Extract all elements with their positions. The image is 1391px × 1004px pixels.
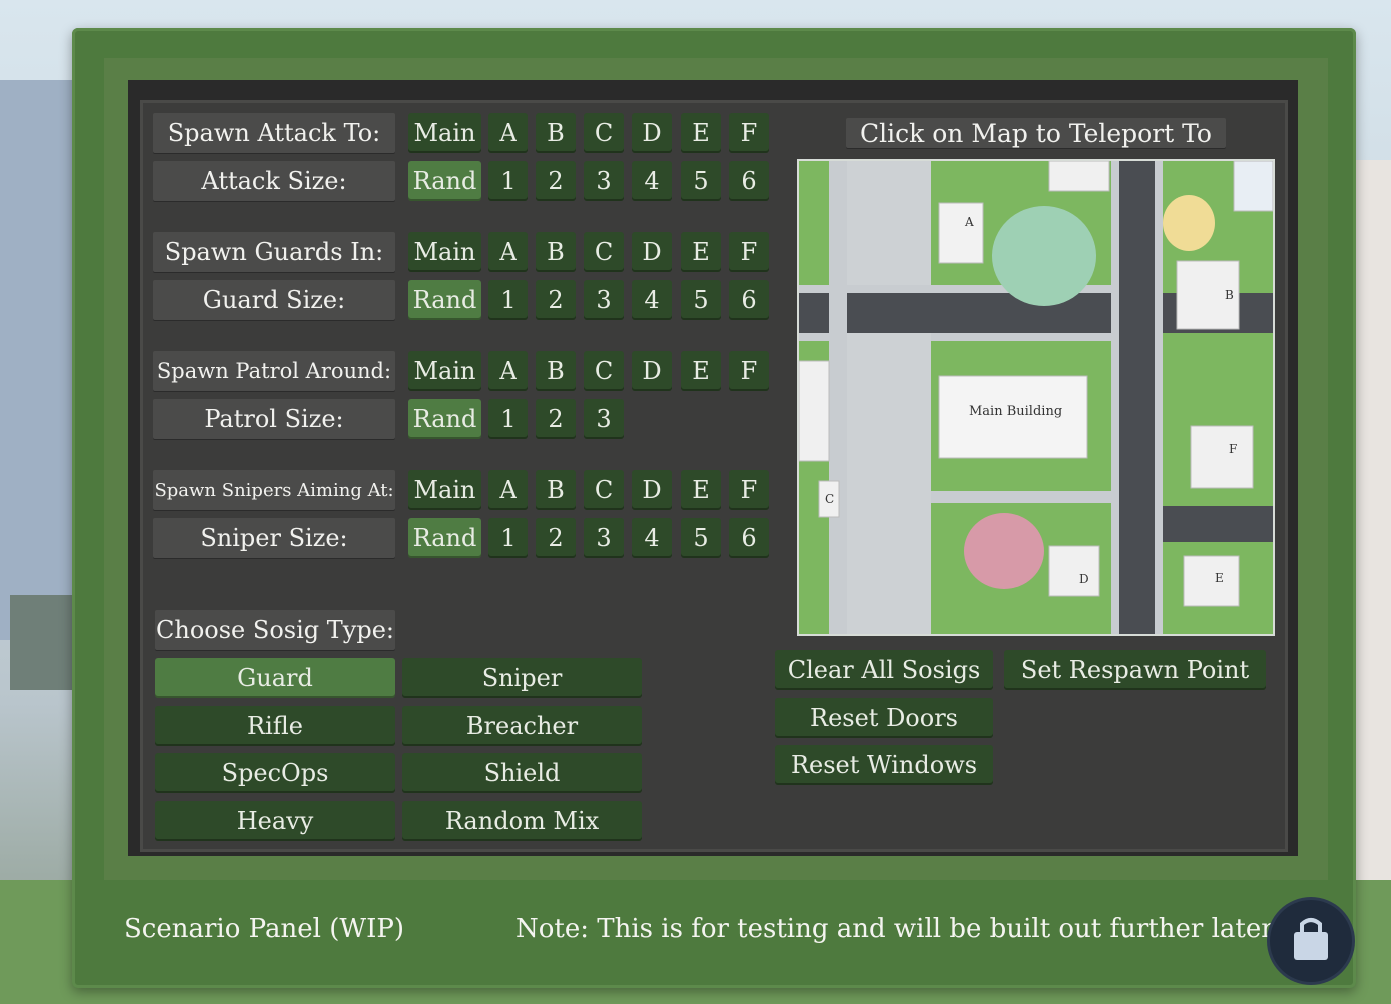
option-3-3[interactable]: 3 (584, 280, 624, 320)
row-label-patrol-size: Patrol Size: (153, 399, 395, 439)
row-label-attack-size: Attack Size: (153, 161, 395, 201)
option-1-5[interactable]: 5 (681, 161, 721, 201)
option-4-c[interactable]: C (584, 351, 624, 391)
sosig-type-sniper-button[interactable]: Sniper (402, 658, 642, 698)
sosig-type-heavy-button[interactable]: Heavy (155, 800, 395, 841)
option-3-6[interactable]: 6 (729, 280, 769, 320)
background-building-right (1356, 160, 1391, 880)
option-7-4[interactable]: 4 (632, 518, 672, 558)
option-2-d[interactable]: D (632, 232, 672, 272)
option-0-b[interactable]: B (536, 113, 576, 153)
sosig-type-rifle-button[interactable]: Rifle (155, 705, 395, 746)
map-tree-pink (964, 513, 1044, 589)
option-2-c[interactable]: C (584, 232, 624, 272)
option-6-a[interactable]: A (488, 470, 528, 510)
map-label-a: A (964, 215, 974, 229)
option-3-5[interactable]: 5 (681, 280, 721, 320)
option-6-f[interactable]: F (729, 470, 769, 510)
row-label-spawn-patrol: Spawn Patrol Around: (153, 351, 395, 391)
option-0-f[interactable]: F (729, 113, 769, 153)
option-2-e[interactable]: E (681, 232, 721, 272)
corner-menu-button[interactable] (1270, 900, 1352, 982)
panel-note: Note: This is for testing and will be bu… (516, 914, 1280, 944)
reset-doors-button[interactable]: Reset Doors (775, 698, 993, 738)
option-1-6[interactable]: 6 (729, 161, 769, 201)
option-7-3[interactable]: 3 (584, 518, 624, 558)
option-0-d[interactable]: D (632, 113, 672, 153)
option-0-main[interactable]: Main (408, 113, 481, 153)
map-tree-yellow (1163, 195, 1215, 251)
option-3-1[interactable]: 1 (488, 280, 528, 320)
option-4-e[interactable]: E (681, 351, 721, 391)
map-label-d: D (1079, 572, 1089, 586)
option-5-1[interactable]: 1 (488, 399, 528, 439)
option-6-main[interactable]: Main (408, 470, 481, 510)
option-7-5[interactable]: 5 (681, 518, 721, 558)
background-building-left (0, 80, 72, 640)
row-label-spawn-guards: Spawn Guards In: (153, 232, 395, 272)
bag-icon (1294, 918, 1328, 960)
option-1-4[interactable]: 4 (632, 161, 672, 201)
option-6-c[interactable]: C (584, 470, 624, 510)
option-3-2[interactable]: 2 (536, 280, 576, 320)
map-road-horizontal-right (1155, 506, 1273, 542)
option-1-1[interactable]: 1 (488, 161, 528, 201)
map-label-f: F (1229, 442, 1237, 456)
option-6-d[interactable]: D (632, 470, 672, 510)
sosig-type-guard-button[interactable]: Guard (155, 658, 395, 698)
option-1-rand[interactable]: Rand (408, 161, 481, 201)
option-5-rand[interactable]: Rand (408, 399, 481, 439)
option-4-main[interactable]: Main (408, 351, 481, 391)
option-0-a[interactable]: A (488, 113, 528, 153)
row-label-sniper-size: Sniper Size: (153, 518, 395, 558)
map-label-c: C (825, 492, 834, 506)
sosig-type-shield-button[interactable]: Shield (402, 753, 642, 793)
option-0-c[interactable]: C (584, 113, 624, 153)
option-2-a[interactable]: A (488, 232, 528, 272)
sosig-type-breacher-button[interactable]: Breacher (402, 705, 642, 746)
option-2-main[interactable]: Main (408, 232, 481, 272)
option-6-e[interactable]: E (681, 470, 721, 510)
option-4-a[interactable]: A (488, 351, 528, 391)
map-label-b: B (1225, 288, 1234, 302)
map-image: A B C D E F Main Building (799, 161, 1273, 634)
option-1-3[interactable]: 3 (584, 161, 624, 201)
background-box (10, 595, 72, 690)
set-respawn-point-button[interactable]: Set Respawn Point (1004, 650, 1266, 690)
option-0-e[interactable]: E (681, 113, 721, 153)
map-tree-green (992, 206, 1096, 306)
option-2-b[interactable]: B (536, 232, 576, 272)
teleport-map[interactable]: A B C D E F Main Building (797, 159, 1275, 636)
clear-all-sosigs-button[interactable]: Clear All Sosigs (775, 650, 993, 690)
option-7-2[interactable]: 2 (536, 518, 576, 558)
map-label-e: E (1215, 571, 1224, 585)
map-label-main-building: Main Building (969, 404, 1062, 419)
option-4-b[interactable]: B (536, 351, 576, 391)
option-1-2[interactable]: 2 (536, 161, 576, 201)
option-3-rand[interactable]: Rand (408, 280, 481, 320)
option-2-f[interactable]: F (729, 232, 769, 272)
option-4-f[interactable]: F (729, 351, 769, 391)
sosig-type-random-mix-button[interactable]: Random Mix (402, 800, 642, 841)
row-label-spawn-snipers: Spawn Snipers Aiming At: (153, 470, 395, 510)
map-title: Click on Map to Teleport To (846, 118, 1226, 148)
option-7-6[interactable]: 6 (729, 518, 769, 558)
option-6-b[interactable]: B (536, 470, 576, 510)
option-7-1[interactable]: 1 (488, 518, 528, 558)
reset-windows-button[interactable]: Reset Windows (775, 745, 993, 785)
row-label-guard-size: Guard Size: (153, 280, 395, 320)
row-label-spawn-attack: Spawn Attack To: (153, 113, 395, 153)
map-road-vertical (1119, 161, 1155, 634)
option-7-rand[interactable]: Rand (408, 518, 481, 558)
sosig-type-label: Choose Sosig Type: (155, 610, 395, 650)
panel-title: Scenario Panel (WIP) (124, 914, 404, 944)
option-3-4[interactable]: 4 (632, 280, 672, 320)
option-5-3[interactable]: 3 (584, 399, 624, 439)
option-5-2[interactable]: 2 (536, 399, 576, 439)
option-4-d[interactable]: D (632, 351, 672, 391)
sosig-type-specops-button[interactable]: SpecOps (155, 753, 395, 793)
